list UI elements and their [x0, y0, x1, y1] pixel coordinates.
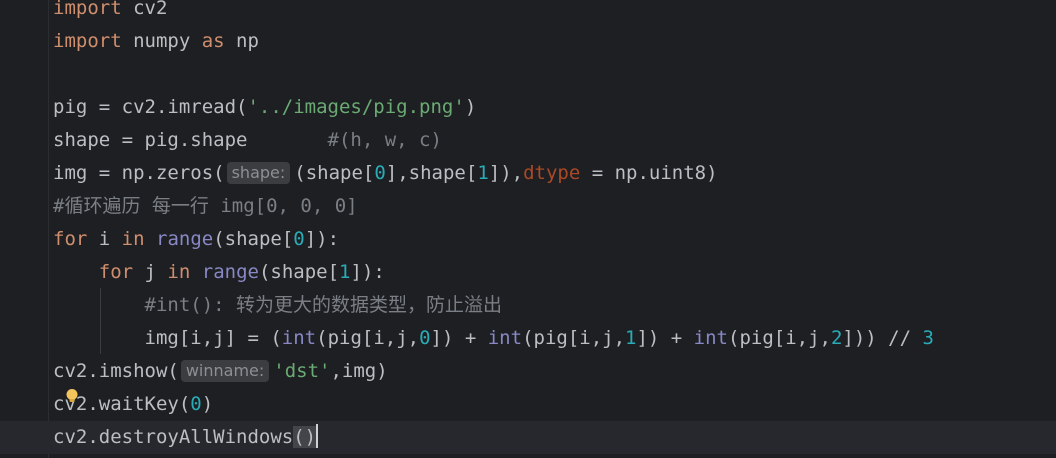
code-text: ]) + — [430, 327, 488, 349]
matched-parentheses: () — [293, 426, 317, 448]
code-line-9[interactable]: for j in range(shape[1]): — [53, 256, 385, 289]
code-text: i — [87, 228, 122, 250]
code-text: ]), — [488, 162, 524, 184]
code-text: ,img) — [330, 360, 388, 382]
code-editor[interactable]: import cv2 import numpy as np pig = cv2.… — [0, 0, 1056, 458]
number-literal: 1 — [477, 162, 489, 184]
code-text: ]): — [350, 261, 385, 283]
code-line-5[interactable]: shape = pig.shape #(h, w, c) — [53, 124, 442, 157]
code-text: cv2.imshow( — [53, 360, 179, 382]
code-line-10[interactable]: #int(): 转为更大的数据类型，防止溢出 — [53, 289, 503, 322]
builtin-function: int — [487, 327, 523, 349]
code-line-8[interactable]: for i in range(shape[0]): — [53, 223, 339, 256]
code-text: shape = pig.shape — [53, 129, 328, 151]
code-text: cv2.destroyAllWindows — [53, 426, 294, 448]
parameter-hint: shape: — [226, 162, 291, 184]
code-text: (shape[ — [213, 228, 294, 250]
comment: #int(): 转为更大的数据类型，防止溢出 — [144, 294, 503, 316]
builtin-function: range — [156, 228, 214, 250]
code-line-4[interactable]: pig = cv2.imread('../images/pig.png') — [53, 91, 476, 124]
builtin-function: int — [281, 327, 317, 349]
keyword: import — [53, 0, 122, 19]
parameter-hint: winname: — [180, 360, 270, 382]
code-text: (pig[i,j, — [316, 327, 420, 349]
code-text: = np.uint8) — [580, 162, 718, 184]
keyword: import — [53, 30, 122, 52]
code-text: (pig[i,j, — [728, 327, 831, 349]
comment: #(h, w, c) — [327, 129, 442, 151]
number-literal: 0 — [293, 228, 305, 250]
keyword: as — [201, 30, 225, 52]
code-line-12[interactable]: cv2.imshow(winname:'dst',img) — [53, 355, 388, 388]
code-line-6[interactable]: img = np.zeros(shape: (shape[0],shape[1])… — [53, 157, 718, 190]
code-text: numpy — [121, 30, 202, 52]
code-text: ],shape[ — [385, 162, 478, 184]
number-literal: 0 — [374, 162, 386, 184]
keyword: in — [167, 261, 191, 283]
code-line-2[interactable]: import numpy as np — [53, 25, 259, 58]
string-literal: 'dst' — [273, 360, 331, 382]
text-caret — [316, 424, 319, 448]
code-line-11[interactable]: img[i,j] = (int(pig[i,j,0]) + int(pig[i,… — [53, 322, 934, 355]
gutter-divider — [48, 0, 49, 458]
number-literal: 1 — [339, 261, 351, 283]
number-literal: 3 — [922, 327, 934, 349]
code-text: ]) + — [636, 327, 694, 349]
code-text: ])) // — [842, 327, 923, 349]
builtin-function: int — [693, 327, 728, 349]
code-text: img = np.zeros( — [53, 162, 225, 184]
code-text: np — [224, 30, 259, 52]
code-text: ) — [201, 393, 214, 415]
keyword: for — [53, 228, 88, 250]
keyword-argument: dtype — [523, 162, 581, 184]
number-literal: 2 — [830, 327, 843, 349]
code-text: pig = cv2.imread( — [53, 96, 248, 118]
code-text: (pig[i,j, — [522, 327, 626, 349]
code-text: (shape[ — [294, 162, 375, 184]
code-text: cv2 — [121, 0, 168, 19]
keyword: for — [98, 261, 134, 283]
code-text: (shape[ — [258, 261, 340, 283]
code-line-14[interactable]: cv2.destroyAllWindows() — [53, 421, 319, 454]
code-text: img[i,j] = ( — [144, 327, 282, 349]
code-text: ]): — [304, 228, 340, 250]
code-line-1[interactable]: import cv2 — [53, 0, 167, 25]
builtin-function: range — [201, 261, 259, 283]
number-literal: 0 — [419, 327, 431, 349]
code-line-7[interactable]: #循环遍历 每一行 img[0, 0, 0] — [53, 190, 358, 223]
lightbulb-icon[interactable] — [64, 388, 80, 404]
number-literal: 0 — [190, 393, 202, 415]
keyword: in — [121, 228, 145, 250]
code-text: ) — [464, 96, 477, 118]
number-literal: 1 — [625, 327, 637, 349]
comment: #循环遍历 每一行 img[0, 0, 0] — [53, 195, 358, 217]
code-text: j — [133, 261, 168, 283]
string-literal: '../images/pig.png' — [247, 96, 465, 118]
